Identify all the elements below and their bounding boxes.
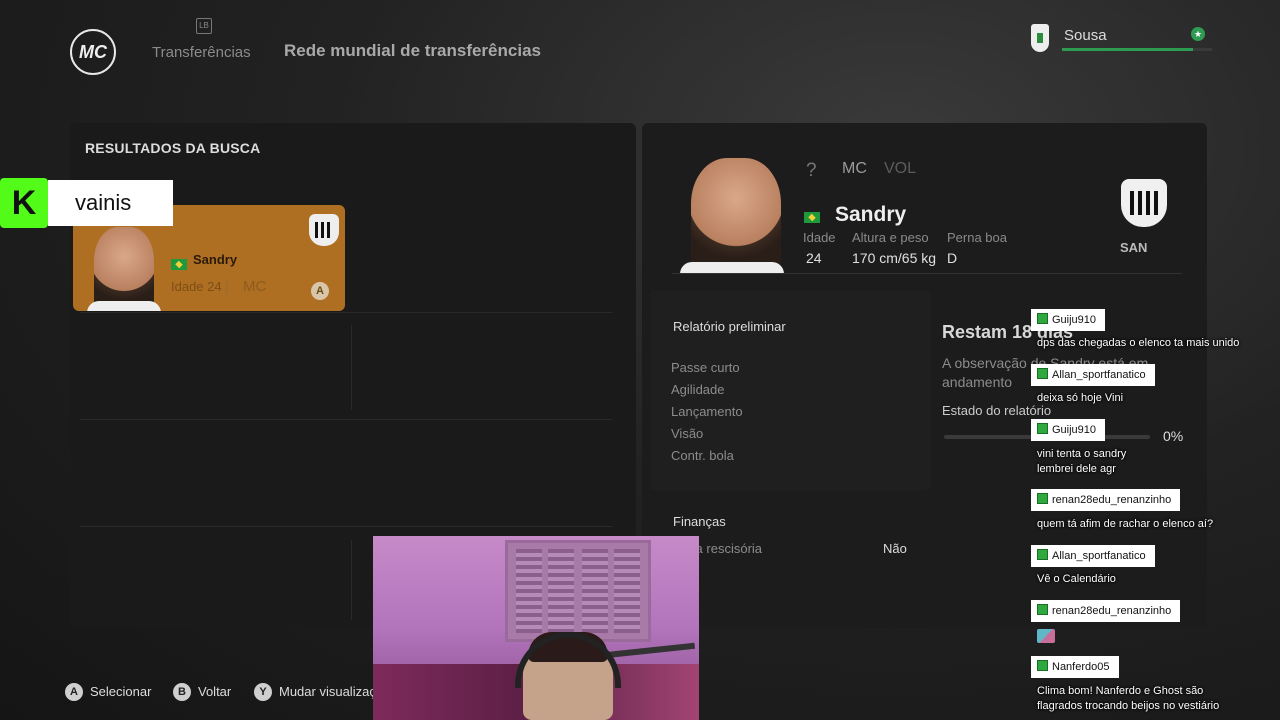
attribute-label: Passe curto xyxy=(671,360,740,375)
report-status-percent: 0% xyxy=(1163,428,1184,444)
attribute-label: Agilidade xyxy=(671,382,725,397)
chat-badge-icon xyxy=(1037,493,1048,504)
chat-message: deixa só hoje Vini xyxy=(1037,392,1124,404)
emote-icon xyxy=(1037,629,1055,643)
chat-username: renan28edu_renanzinho xyxy=(1031,489,1181,511)
kick-logo-icon: K xyxy=(0,178,48,228)
chat-username: Allan_sportfanatico xyxy=(1031,364,1155,386)
report-title: Relatório preliminar xyxy=(673,319,786,334)
club-crest-icon xyxy=(1031,24,1049,52)
chat-message: quem tá afim de rachar o elenco aí? xyxy=(1037,518,1214,530)
attribute-label: Visão xyxy=(671,426,704,441)
foot-label: Perna boa xyxy=(947,230,1007,245)
report-status-label: Estado do relatório xyxy=(942,403,1052,418)
unknown-rating: ? xyxy=(806,160,817,181)
page-title: Rede mundial de transferências xyxy=(284,41,541,60)
a-button-icon[interactable]: A xyxy=(65,683,83,701)
slot-divider xyxy=(80,312,612,313)
slot-divider xyxy=(351,325,352,410)
chat-message: Vê o Calendário xyxy=(1037,573,1116,585)
brazil-flag-icon xyxy=(171,259,187,271)
age-label: Idade xyxy=(803,230,836,245)
chat-badge-icon xyxy=(1037,660,1048,671)
level-icon: ★ xyxy=(1191,27,1205,41)
career-mode-logo: MC xyxy=(70,29,116,75)
chat-username: Guiju910 xyxy=(1031,419,1106,441)
chat-message: lembrei dele agr xyxy=(1037,463,1116,475)
a-button-icon: A xyxy=(311,282,329,300)
manager-progress-fill xyxy=(1062,48,1193,51)
chat-badge-icon xyxy=(1037,604,1048,615)
slot-divider xyxy=(351,540,352,620)
y-button-icon[interactable]: Y xyxy=(254,683,272,701)
chat-badge-icon xyxy=(1037,368,1048,379)
chat-badge-icon xyxy=(1037,423,1048,434)
chat-username: Allan_sportfanatico xyxy=(1031,545,1155,567)
club-abbreviation: SAN xyxy=(1120,240,1148,255)
attribute-label: Contr. bola xyxy=(671,448,734,463)
attribute-label: Lançamento xyxy=(671,404,743,419)
chat-message: Clima bom! Nanferdo e Ghost são xyxy=(1037,685,1204,697)
card-player-position: MC xyxy=(243,278,267,295)
player-name: Sandry xyxy=(835,203,907,226)
player-position-main: MC xyxy=(842,160,867,177)
age-value: 24 xyxy=(806,250,822,266)
height-weight-value: 170 cm/65 kg xyxy=(852,250,937,266)
chat-badge-icon xyxy=(1037,549,1048,560)
chat-message: vini tenta o sandry xyxy=(1037,448,1127,460)
card-player-name: Sandry xyxy=(193,252,238,267)
streamer-name: vainis xyxy=(75,190,132,215)
height-weight-label: Altura e peso xyxy=(852,230,929,245)
card-player-age: Idade 24 | xyxy=(171,279,229,294)
search-results-title: RESULTADOS DA BUSCA xyxy=(85,140,261,156)
tab-transfers[interactable]: Transferências xyxy=(152,44,251,61)
foot-value: D xyxy=(947,250,958,266)
player-shirt xyxy=(87,301,161,311)
manager-name: Sousa xyxy=(1064,27,1107,44)
divider xyxy=(672,273,1182,274)
webcam-window xyxy=(505,540,651,642)
webcam-overlay xyxy=(373,536,699,720)
b-button-icon[interactable]: B xyxy=(173,683,191,701)
brazil-flag-icon xyxy=(804,212,820,224)
chat-username: renan28edu_renanzinho xyxy=(1031,600,1181,622)
chat-badge-icon xyxy=(1037,313,1048,324)
player-photo xyxy=(94,227,154,311)
player-position-alt: VOL xyxy=(884,160,917,177)
chat-username: Nanferdo05 xyxy=(1031,656,1119,678)
hint-back[interactable]: Voltar xyxy=(198,684,231,699)
finance-title: Finanças xyxy=(673,514,726,529)
santos-crest-icon xyxy=(309,214,339,246)
slot-divider xyxy=(80,419,612,420)
player-portrait xyxy=(691,158,781,272)
hint-select[interactable]: Selecionar xyxy=(90,684,151,699)
lb-button-icon[interactable]: LB xyxy=(196,18,212,34)
chat-username: Guiju910 xyxy=(1031,309,1106,331)
release-clause-value: Não xyxy=(883,541,907,556)
chat-message: dps das chegadas o elenco ta mais unido xyxy=(1037,337,1240,349)
santos-crest-icon xyxy=(1121,179,1167,227)
chat-message: flagrados trocando beijos no vestiário xyxy=(1037,700,1220,712)
slot-divider xyxy=(80,526,612,527)
